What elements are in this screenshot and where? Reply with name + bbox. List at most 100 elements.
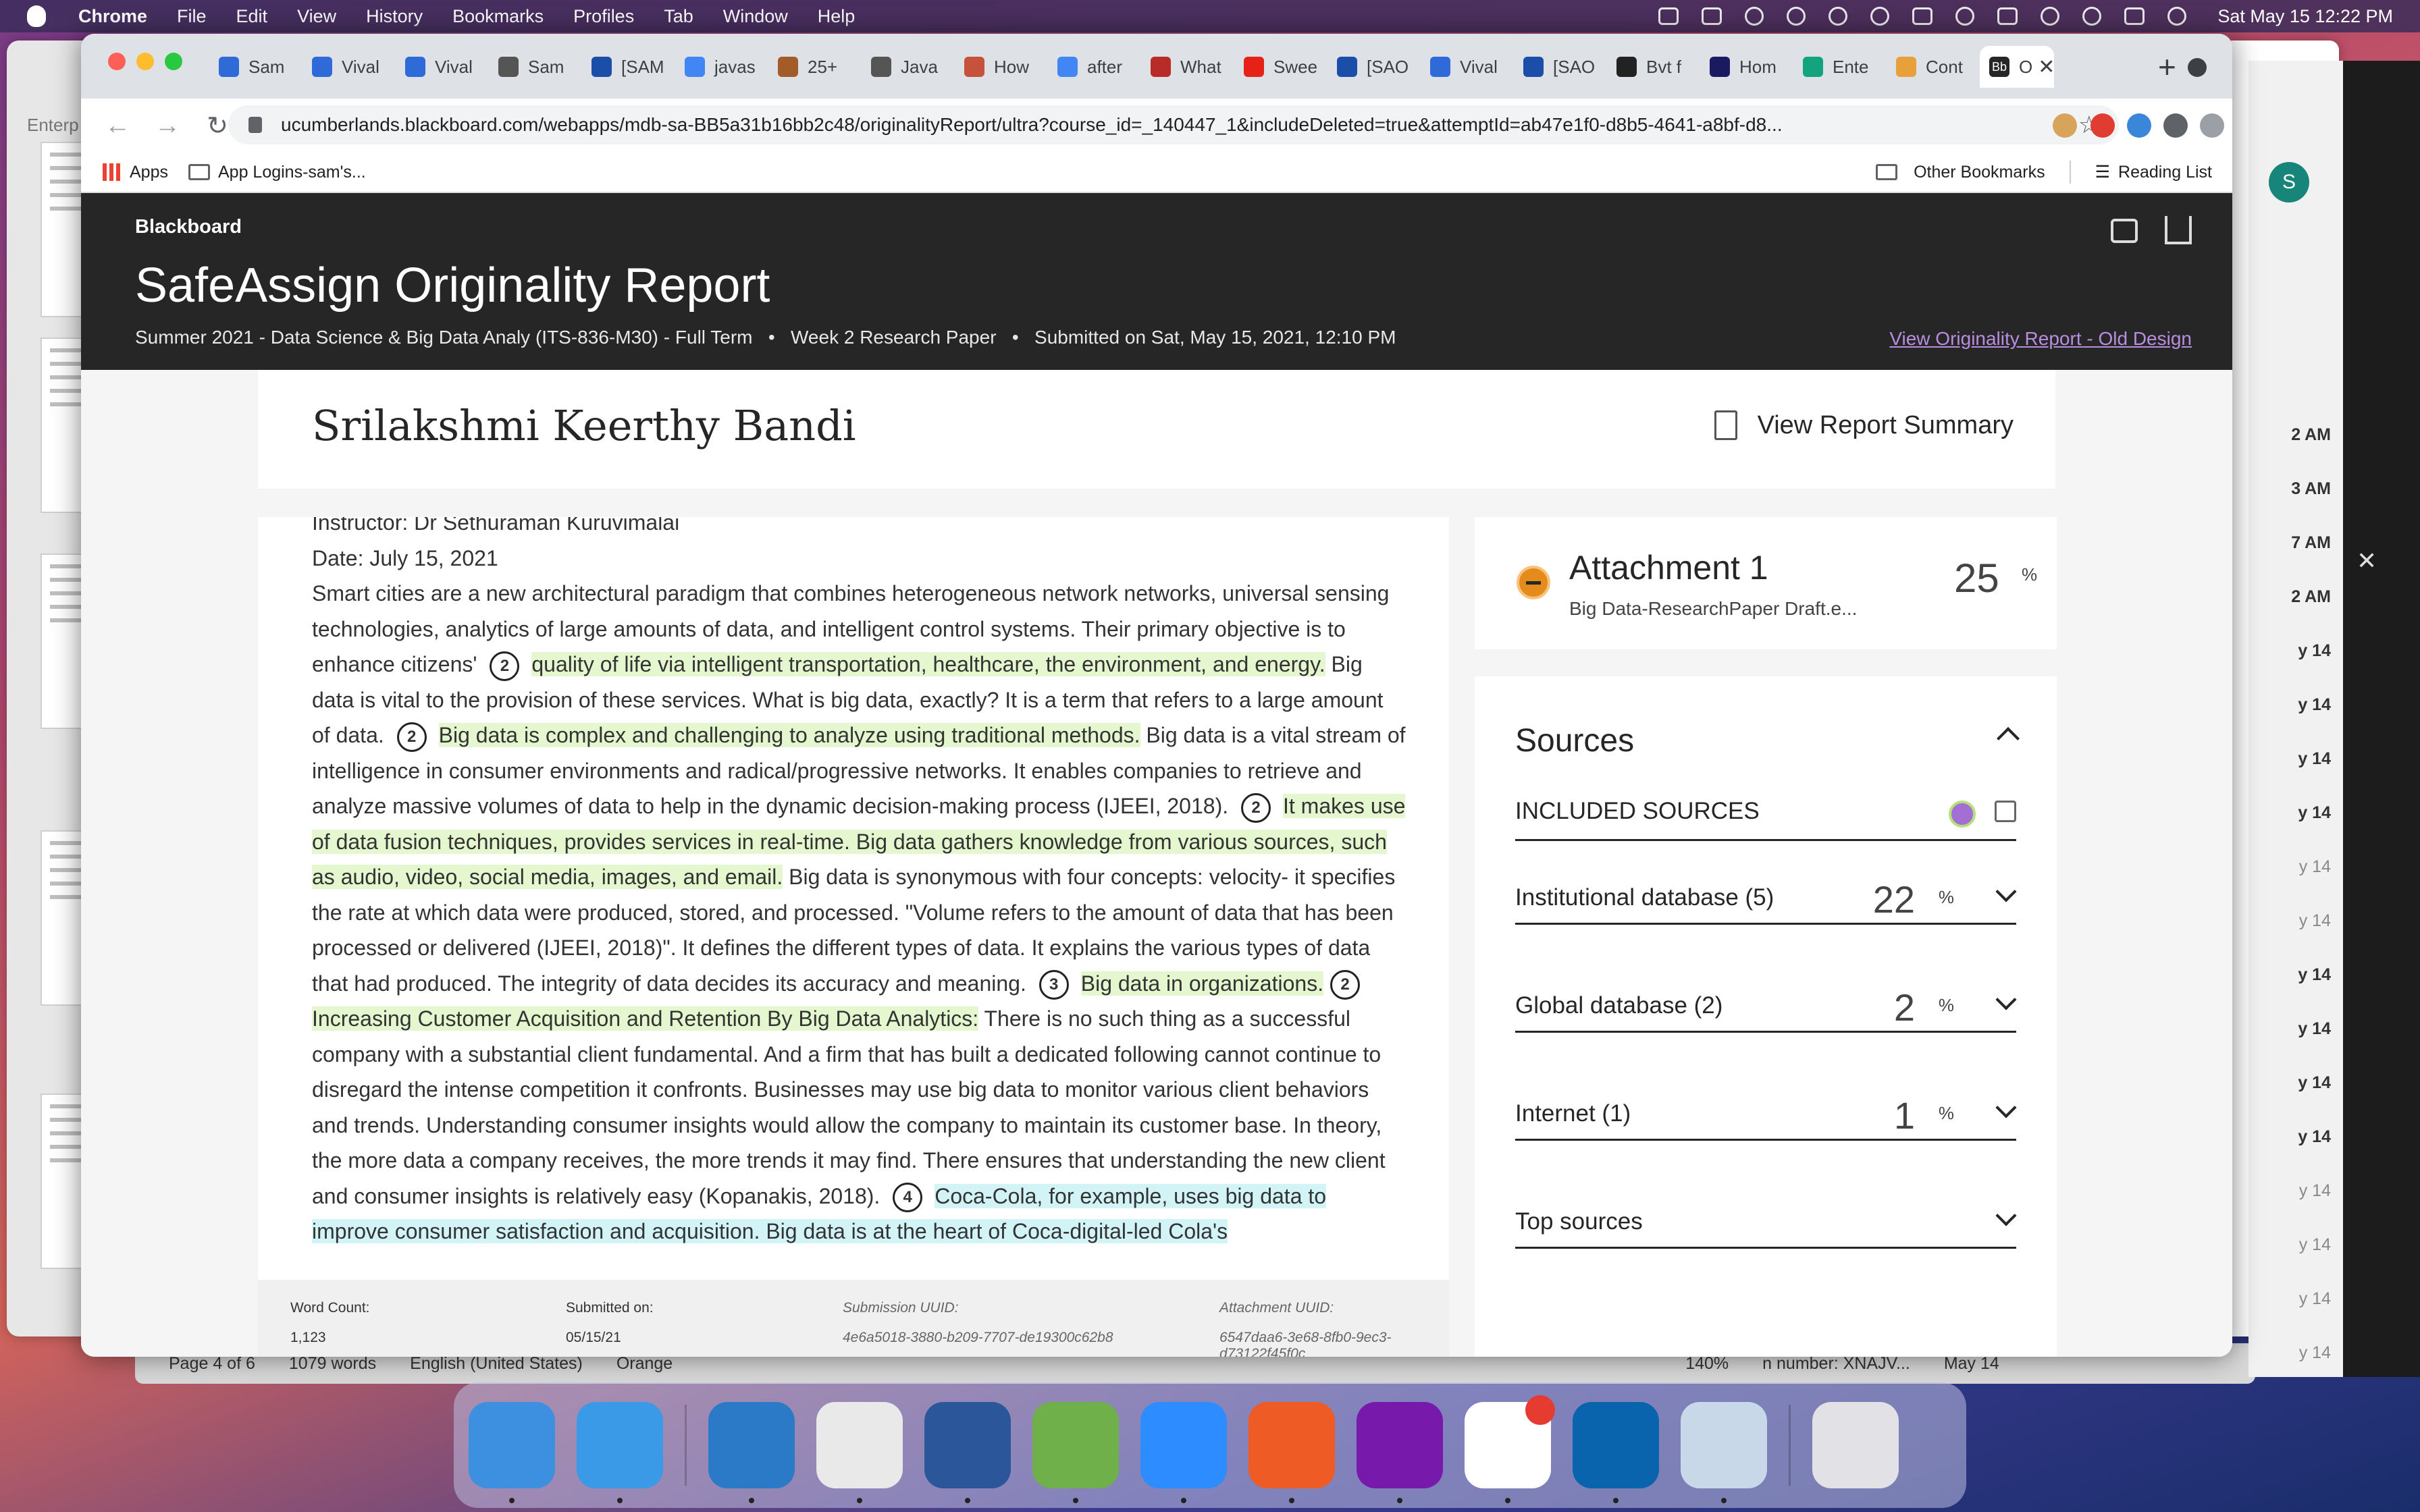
zoom-icon[interactable] bbox=[1140, 1402, 1227, 1503]
chevron-down-icon[interactable] bbox=[1995, 989, 2017, 1010]
outlook-icon[interactable] bbox=[1573, 1402, 1659, 1503]
matched-text-highlight[interactable]: quality of life via intelligent transpor… bbox=[531, 652, 1325, 676]
browser-tab[interactable]: Vival bbox=[302, 46, 396, 88]
play-status-icon[interactable] bbox=[1870, 7, 1890, 26]
tab-search-icon[interactable] bbox=[2188, 58, 2207, 77]
apple-menu-icon[interactable] bbox=[27, 5, 46, 27]
chevron-down-icon[interactable] bbox=[1995, 1097, 2017, 1118]
bookmark-apps[interactable]: Apps bbox=[130, 163, 168, 182]
source-filter-icon[interactable] bbox=[1949, 801, 1976, 828]
source-row-top-sources[interactable]: Top sources bbox=[1515, 1181, 2017, 1249]
postman-icon[interactable] bbox=[1248, 1402, 1335, 1503]
browser-tab-active[interactable]: Bb O ✕ bbox=[1980, 46, 2054, 88]
match-number-badge[interactable]: 3 bbox=[1038, 970, 1069, 1000]
window-minimize-button[interactable] bbox=[136, 53, 154, 70]
translate-extension-icon[interactable] bbox=[2127, 113, 2151, 138]
submission-document[interactable]: Instructor: Dr Sethuraman Kuruvimalai Dat… bbox=[258, 517, 1449, 1357]
menu-history[interactable]: History bbox=[366, 6, 423, 27]
browser-tab[interactable]: Ente bbox=[1793, 46, 1887, 88]
camera-status-icon[interactable] bbox=[1658, 7, 1679, 25]
cisco-anyconnect-icon[interactable] bbox=[1032, 1402, 1119, 1503]
match-number-badge[interactable]: 2 bbox=[1241, 792, 1271, 823]
chevron-up-icon[interactable] bbox=[1997, 727, 2020, 750]
browser-tab[interactable]: Bvt f bbox=[1607, 46, 1700, 88]
word-icon[interactable] bbox=[924, 1402, 1011, 1503]
chevron-down-icon[interactable] bbox=[1995, 1205, 2017, 1226]
menu-help[interactable]: Help bbox=[818, 6, 856, 27]
profile-icon[interactable] bbox=[2200, 113, 2224, 138]
mcafee-status-icon[interactable] bbox=[1702, 7, 1722, 25]
match-number-badge[interactable]: 4 bbox=[893, 1183, 923, 1213]
browser-tab[interactable]: 25+ bbox=[768, 46, 862, 88]
back-arrow-icon[interactable]: ← bbox=[104, 111, 131, 140]
download-icon[interactable] bbox=[2165, 216, 2192, 244]
tab-close-icon[interactable]: ✕ bbox=[2038, 55, 2054, 79]
browser-tab[interactable]: Java bbox=[862, 46, 955, 88]
window-close-button[interactable] bbox=[108, 53, 126, 70]
attachment-card[interactable]: Attachment 1 Big Data-ResearchPaper Draf… bbox=[1475, 517, 2057, 649]
bookmark-other[interactable]: Other Bookmarks bbox=[1914, 163, 2045, 182]
battery-icon[interactable] bbox=[1997, 7, 2018, 25]
menu-app-name[interactable]: Chrome bbox=[78, 6, 147, 27]
browser-tab[interactable]: after bbox=[1048, 46, 1141, 88]
preview-icon[interactable] bbox=[1681, 1402, 1767, 1503]
bookmark-reading-list[interactable]: Reading List bbox=[2118, 163, 2212, 182]
matched-text-highlight[interactable]: Increasing Customer Acquisition and Rete… bbox=[312, 1006, 979, 1031]
browser-tab[interactable]: [SAO bbox=[1327, 46, 1421, 88]
onenote-icon[interactable] bbox=[1357, 1402, 1443, 1503]
avatar[interactable]: S bbox=[2269, 162, 2309, 202]
source-compare-icon[interactable] bbox=[1995, 801, 2016, 822]
menu-window[interactable]: Window bbox=[723, 6, 788, 27]
browser-tab[interactable]: Sam bbox=[489, 46, 582, 88]
source-row-global[interactable]: Global database (2) 2 % bbox=[1515, 965, 2017, 1033]
vscode-icon[interactable] bbox=[708, 1402, 795, 1503]
browser-tab[interactable]: Sam bbox=[209, 46, 302, 88]
apps-grid-icon[interactable] bbox=[103, 163, 120, 181]
browser-tab[interactable]: What bbox=[1141, 46, 1234, 88]
forward-arrow-icon[interactable]: → bbox=[154, 111, 181, 140]
print-icon[interactable] bbox=[2111, 219, 2138, 243]
adblock-extension-icon[interactable] bbox=[2090, 113, 2115, 138]
browser-tab[interactable]: Swee bbox=[1234, 46, 1327, 88]
match-number-badge[interactable]: 2 bbox=[490, 651, 520, 681]
cookie-extension-icon[interactable] bbox=[2053, 113, 2077, 138]
chevron-down-icon[interactable] bbox=[1995, 881, 2017, 902]
browser-tab[interactable]: How bbox=[955, 46, 1048, 88]
browser-tab[interactable]: javas bbox=[675, 46, 768, 88]
window-zoom-button[interactable] bbox=[165, 53, 182, 70]
address-bar[interactable]: ucumberlands.blackboard.com/webapps/mdb-… bbox=[228, 105, 2119, 144]
search-status-icon[interactable] bbox=[1787, 7, 1806, 26]
sync-status-icon[interactable] bbox=[1829, 7, 1848, 26]
close-icon[interactable]: ✕ bbox=[2357, 547, 2377, 575]
reload-icon[interactable]: ↻ bbox=[204, 111, 231, 141]
matched-text-highlight[interactable]: Big data is complex and challenging to a… bbox=[438, 723, 1140, 747]
lock-icon[interactable] bbox=[248, 117, 262, 133]
address-url[interactable]: ucumberlands.blackboard.com/webapps/mdb-… bbox=[281, 114, 1783, 136]
finder-icon[interactable] bbox=[469, 1402, 555, 1503]
slack-icon[interactable] bbox=[1465, 1395, 1555, 1503]
browser-tab[interactable]: Hom bbox=[1700, 46, 1793, 88]
browser-tab[interactable]: [SAO bbox=[1514, 46, 1607, 88]
menu-view[interactable]: View bbox=[297, 6, 336, 27]
extensions-puzzle-icon[interactable] bbox=[2163, 113, 2188, 138]
menu-bookmarks[interactable]: Bookmarks bbox=[452, 6, 544, 27]
menu-file[interactable]: File bbox=[177, 6, 207, 27]
browser-tab[interactable]: [SAM bbox=[582, 46, 675, 88]
keyboard-status-icon[interactable] bbox=[1912, 7, 1933, 25]
spotlight-icon[interactable] bbox=[2082, 7, 2102, 26]
siri-icon[interactable] bbox=[2167, 7, 2187, 26]
cloud-status-icon[interactable] bbox=[1745, 7, 1764, 26]
match-number-badge[interactable]: 2 bbox=[1330, 970, 1361, 1000]
browser-tab[interactable]: Vival bbox=[396, 46, 489, 88]
control-center-icon[interactable] bbox=[2124, 7, 2145, 25]
matched-text-highlight[interactable]: Big data in organizations. bbox=[1080, 971, 1324, 996]
browser-tab[interactable]: Vival bbox=[1421, 46, 1514, 88]
browser-tab[interactable]: Cont bbox=[1887, 46, 1980, 88]
safari-icon[interactable] bbox=[577, 1402, 663, 1503]
chrome-icon[interactable] bbox=[816, 1402, 903, 1503]
view-report-summary-button[interactable]: View Report Summary bbox=[1714, 410, 2014, 440]
match-number-badge[interactable]: 2 bbox=[396, 722, 427, 752]
source-row-internet[interactable]: Internet (1) 1 % bbox=[1515, 1073, 2017, 1141]
menubar-clock[interactable]: Sat May 15 12:22 PM bbox=[2217, 6, 2393, 27]
menu-profiles[interactable]: Profiles bbox=[573, 6, 634, 27]
